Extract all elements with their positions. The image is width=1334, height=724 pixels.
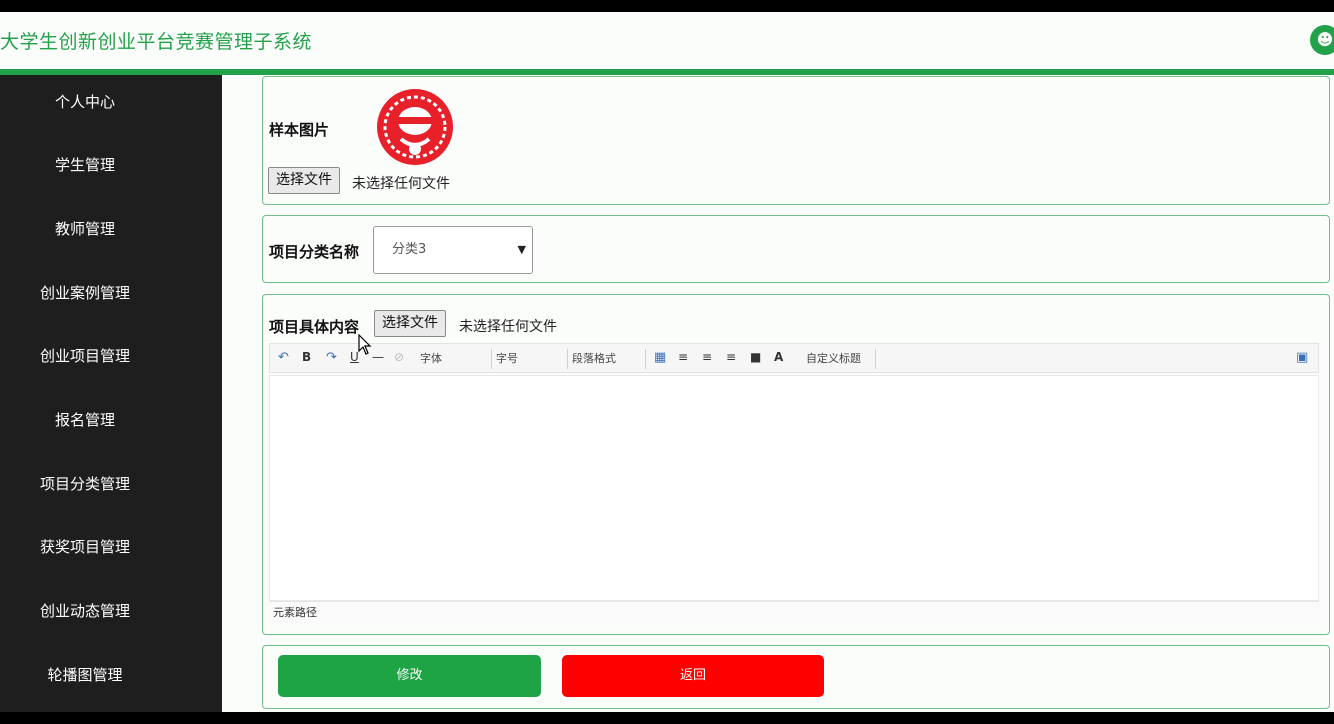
modify-button[interactable]: 修改 bbox=[278, 655, 541, 697]
redo-icon[interactable]: ↷ bbox=[326, 350, 337, 365]
top-letterbox bbox=[0, 0, 1334, 12]
font-color-button[interactable]: A bbox=[774, 350, 783, 364]
format-clear-icon[interactable]: ⊘ bbox=[394, 350, 404, 364]
custom-title-label: 自定义标题 bbox=[806, 352, 861, 365]
fullscreen-icon[interactable]: ▣ bbox=[1296, 350, 1308, 365]
align-justify-icon[interactable]: ■ bbox=[750, 350, 761, 364]
paragraph-format-select[interactable]: 段落格式 bbox=[568, 349, 646, 369]
custom-title-select[interactable]: 自定义标题 bbox=[802, 349, 876, 369]
actions-panel: 修改 返回 bbox=[262, 645, 1330, 709]
mouse-cursor-icon bbox=[358, 334, 372, 355]
rich-text-editor[interactable] bbox=[269, 375, 1319, 601]
horizontal-rule-icon[interactable]: — bbox=[372, 350, 384, 364]
sidebar-item-student-management[interactable]: 学生管理 bbox=[0, 154, 170, 175]
bottom-letterbox bbox=[0, 712, 1334, 724]
font-family-label: 字体 bbox=[420, 352, 442, 365]
sidebar-item-personal-center[interactable]: 个人中心 bbox=[0, 91, 170, 112]
category-selected-value: 分类3 bbox=[392, 242, 427, 257]
content-file-status: 未选择任何文件 bbox=[459, 319, 557, 335]
chevron-down-icon: ▼ bbox=[517, 243, 526, 256]
sample-image-file-status: 未选择任何文件 bbox=[352, 176, 450, 192]
sidebar-item-award-project-management[interactable]: 获奖项目管理 bbox=[0, 536, 170, 557]
sample-image-label: 样本图片 bbox=[269, 121, 330, 139]
back-button[interactable]: 返回 bbox=[562, 655, 824, 697]
sample-image-file-button[interactable]: 选择文件 bbox=[268, 167, 340, 194]
sidebar: 个人中心 学生管理 教师管理 创业案例管理 创业项目管理 报名管理 项目分类管理… bbox=[0, 75, 222, 712]
bold-button[interactable]: B bbox=[302, 350, 311, 364]
align-left-icon[interactable]: ≡ bbox=[678, 350, 688, 364]
element-path-bar: 元素路径 bbox=[269, 601, 1319, 623]
content-panel: 项目具体内容 选择文件 未选择任何文件 ↶ B ↷ U — ⊘ 字体 字号 段落… bbox=[262, 294, 1330, 635]
content-label: 项目具体内容 bbox=[269, 318, 360, 336]
align-center-icon[interactable]: ≡ bbox=[726, 350, 736, 364]
user-icon[interactable]: ☻ bbox=[1310, 25, 1334, 55]
app-title: 大学生创新创业平台竞赛管理子系统 bbox=[0, 31, 313, 53]
category-panel: 项目分类名称 分类3 ▼ bbox=[262, 215, 1330, 283]
font-size-label: 字号 bbox=[496, 352, 518, 365]
sample-image-panel: 样本图片 选择文件 未选择任何文件 bbox=[262, 76, 1330, 205]
sample-image-thumbnail bbox=[377, 89, 453, 165]
sidebar-item-teacher-management[interactable]: 教师管理 bbox=[0, 218, 170, 239]
sidebar-item-project-category-management[interactable]: 项目分类管理 bbox=[0, 473, 170, 494]
sidebar-item-startup-project-management[interactable]: 创业项目管理 bbox=[0, 345, 170, 366]
undo-icon[interactable]: ↶ bbox=[278, 350, 289, 365]
sidebar-item-registration-management[interactable]: 报名管理 bbox=[0, 409, 170, 430]
paragraph-format-label: 段落格式 bbox=[572, 352, 616, 365]
editor-toolbar: ↶ B ↷ U — ⊘ 字体 字号 段落格式 ▦ ≡ ≡ ≡ ■ A 自定义标题 bbox=[269, 343, 1319, 373]
category-select[interactable]: 分类3 ▼ bbox=[373, 226, 533, 274]
sidebar-item-carousel-management[interactable]: 轮播图管理 bbox=[0, 664, 170, 685]
insert-table-icon[interactable]: ▦ bbox=[654, 350, 666, 365]
content-file-button[interactable]: 选择文件 bbox=[374, 310, 446, 337]
category-label: 项目分类名称 bbox=[269, 243, 360, 261]
font-family-select[interactable]: 字体 bbox=[416, 349, 492, 369]
sidebar-item-startup-case-management[interactable]: 创业案例管理 bbox=[0, 282, 170, 303]
sidebar-item-startup-news-management[interactable]: 创业动态管理 bbox=[0, 600, 170, 621]
align-right-icon[interactable]: ≡ bbox=[702, 350, 712, 364]
main-content: 样本图片 选择文件 未选择任何文件 项目分类名称 分类3 ▼ 项目具体内容 选择… bbox=[222, 75, 1334, 712]
app-header: 大学生创新创业平台竞赛管理子系统 ☻ bbox=[0, 12, 1334, 69]
font-size-select[interactable]: 字号 bbox=[492, 349, 568, 369]
